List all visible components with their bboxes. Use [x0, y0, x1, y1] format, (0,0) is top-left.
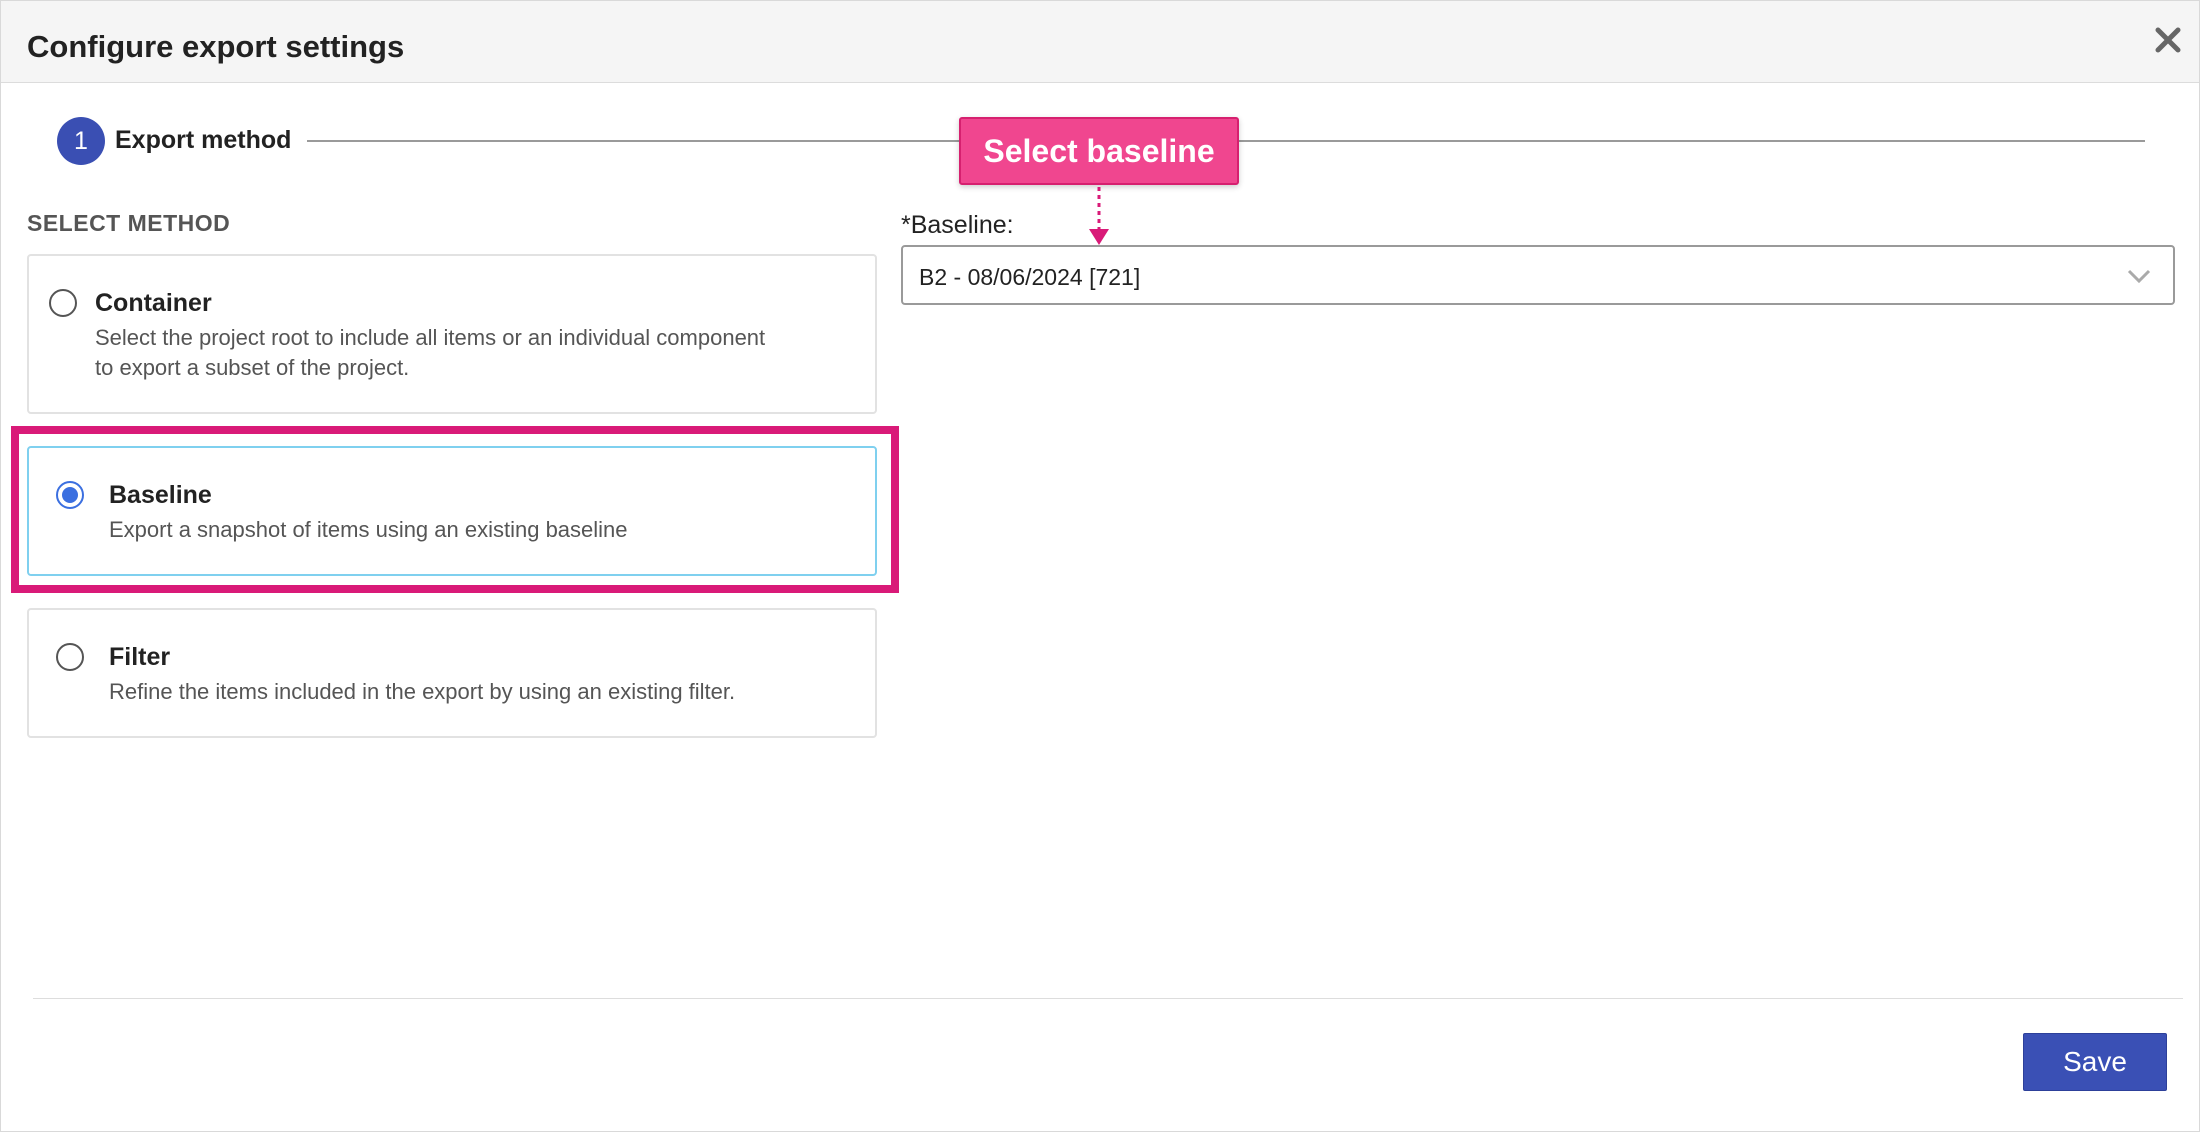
close-icon [2155, 27, 2181, 53]
method-option-description: Refine the items included in the export … [109, 679, 736, 704]
baseline-radio[interactable] [56, 481, 84, 509]
chevron-down-icon [2127, 269, 2151, 284]
baseline-field-label: *Baseline: [901, 211, 1014, 239]
close-button[interactable] [2151, 23, 2185, 57]
baseline-select[interactable]: B2 - 08/06/2024 [721] [901, 245, 2175, 305]
callout-arrow-icon [1089, 187, 1109, 245]
baseline-select-value: B2 - 08/06/2024 [721] [919, 264, 1141, 290]
method-option-baseline[interactable]: Baseline Export a snapshot of items usin… [27, 446, 877, 576]
step-label: Export method [115, 126, 292, 154]
method-option-filter[interactable]: Filter Refine the items included in the … [27, 608, 877, 738]
annotation-callout: Select baseline [959, 117, 1239, 185]
method-option-title: Filter [109, 643, 171, 671]
select-method-heading: SELECT METHOD [27, 210, 231, 236]
dialog-header: Configure export settings [1, 1, 2199, 83]
method-option-container[interactable]: Container Select the project root to inc… [27, 254, 877, 414]
save-button[interactable]: Save [2023, 1033, 2167, 1091]
method-option-description-cont: to export a subset of the project. [95, 355, 410, 380]
container-radio[interactable] [49, 289, 77, 317]
footer-divider [33, 998, 2183, 999]
method-option-description: Export a snapshot of items using an exis… [109, 517, 628, 542]
method-option-title: Baseline [109, 481, 212, 509]
filter-radio[interactable] [56, 643, 84, 671]
method-option-description: Select the project root to include all i… [95, 325, 766, 350]
dialog-title: Configure export settings [27, 29, 405, 64]
step-number-badge: 1 [57, 117, 105, 165]
method-option-title: Container [95, 289, 212, 317]
export-settings-dialog: Configure export settings 1 Export metho… [0, 0, 2200, 1132]
